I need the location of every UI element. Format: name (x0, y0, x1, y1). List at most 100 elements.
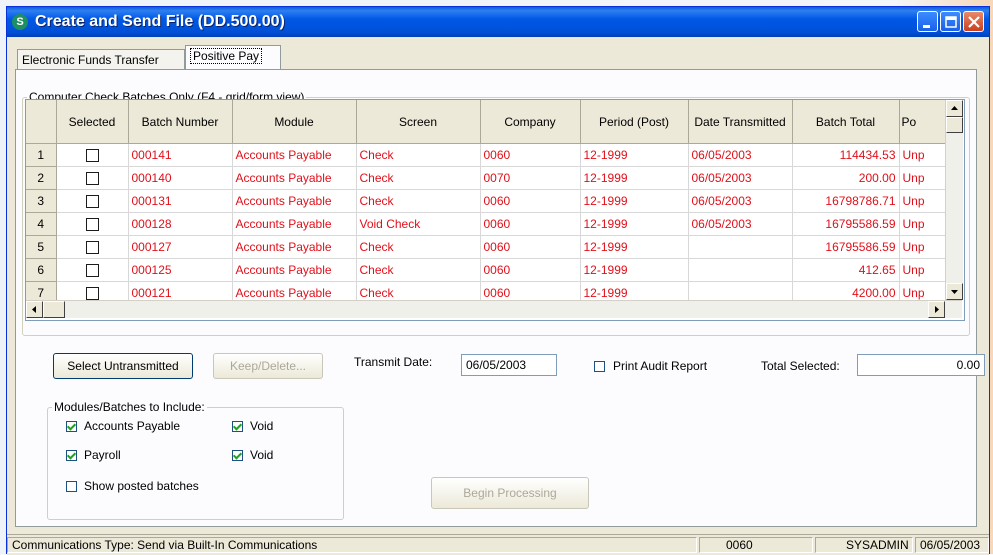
cell-batch[interactable]: 000140 (128, 166, 233, 190)
column-header[interactable]: Company (480, 100, 581, 144)
column-header[interactable]: Batch Number (128, 100, 233, 144)
tab-electronic-funds-transfer[interactable]: Electronic Funds Transfer (17, 49, 185, 69)
row-select-checkbox[interactable] (85, 195, 99, 209)
cell-period[interactable]: 12-1999 (580, 212, 689, 236)
selected-cell (56, 166, 129, 190)
cell-screen[interactable]: Check (356, 166, 481, 190)
table-row[interactable]: 4 000128 Accounts Payable Void Check 0060 12-… (26, 212, 960, 236)
column-header[interactable]: Batch Total (792, 100, 900, 144)
keep-delete-button[interactable]: Keep/Delete... (213, 353, 323, 379)
row-number[interactable]: 1 (26, 143, 57, 167)
cell-screen[interactable]: Check (356, 235, 481, 259)
cell-screen[interactable]: Check (356, 258, 481, 282)
cell-screen[interactable]: Check (356, 143, 481, 167)
horizontal-scrollbar[interactable] (26, 300, 962, 318)
column-header[interactable]: Period (Post) (580, 100, 689, 144)
scroll-down-button[interactable] (946, 283, 963, 300)
void-checkbox-payroll[interactable] (232, 450, 243, 461)
cell-screen[interactable]: Check (356, 189, 481, 213)
cell-period[interactable]: 12-1999 (580, 143, 689, 167)
tab-positive-pay[interactable]: Positive Pay (185, 45, 281, 69)
maximize-button[interactable] (940, 11, 961, 32)
cell-total[interactable]: 114434.53 (792, 143, 900, 167)
cell-module[interactable]: Accounts Payable (232, 235, 357, 259)
print-audit-checkbox[interactable] (594, 361, 605, 372)
selected-cell (56, 143, 129, 167)
vertical-scrollbar[interactable] (945, 100, 963, 300)
table-row[interactable]: 1 000141 Accounts Payable Check 0060 12-1999 0… (26, 143, 960, 167)
cell-batch[interactable]: 000131 (128, 189, 233, 213)
cell-total[interactable]: 16795586.59 (792, 235, 900, 259)
cell-batch[interactable]: 000141 (128, 143, 233, 167)
cell-company[interactable]: 0060 (480, 258, 581, 282)
table-row[interactable]: 2 000140 Accounts Payable Check 0070 12-1999 0… (26, 166, 960, 190)
row-select-checkbox[interactable] (85, 218, 99, 232)
cell-period[interactable]: 12-1999 (580, 189, 689, 213)
minimize-button[interactable] (917, 11, 938, 32)
row-select-checkbox[interactable] (85, 264, 99, 278)
row-select-checkbox[interactable] (85, 172, 99, 186)
scroll-left-button[interactable] (26, 301, 43, 318)
vertical-scroll-thumb[interactable] (946, 117, 963, 133)
table-row[interactable]: 5 000127 Accounts Payable Check 0060 12-1999 1… (26, 235, 960, 259)
cell-screen[interactable]: Void Check (356, 212, 481, 236)
payroll-label: Payroll (84, 448, 121, 462)
scroll-right-button[interactable] (928, 301, 945, 318)
row-number[interactable]: 3 (26, 189, 57, 213)
cell-module[interactable]: Accounts Payable (232, 258, 357, 282)
row-number[interactable]: 6 (26, 258, 57, 282)
cell-date[interactable]: 06/05/2003 (688, 143, 793, 167)
row-number[interactable]: 2 (26, 166, 57, 190)
cell-date[interactable]: 06/05/2003 (688, 189, 793, 213)
column-header[interactable]: Screen (356, 100, 481, 144)
cell-company[interactable]: 0060 (480, 235, 581, 259)
scroll-up-button[interactable] (946, 100, 963, 117)
cell-date[interactable] (688, 235, 793, 259)
table-row[interactable]: 6 000125 Accounts Payable Check 0060 12-1999 4… (26, 258, 960, 282)
cell-period[interactable]: 12-1999 (580, 235, 689, 259)
begin-processing-button[interactable]: Begin Processing (431, 477, 589, 509)
row-select-checkbox[interactable] (85, 149, 99, 163)
cell-company[interactable]: 0070 (480, 166, 581, 190)
close-button[interactable] (963, 11, 984, 32)
cell-module[interactable]: Accounts Payable (232, 143, 357, 167)
cell-company[interactable]: 0060 (480, 189, 581, 213)
cell-total[interactable]: 200.00 (792, 166, 900, 190)
show-posted-checkbox[interactable] (66, 481, 77, 492)
table-row[interactable]: 3 000131 Accounts Payable Check 0060 12-1999 0… (26, 189, 960, 213)
batch-grid[interactable]: Selected Batch Number Module Screen Comp… (25, 99, 965, 321)
cell-batch[interactable]: 000127 (128, 235, 233, 259)
cell-module[interactable]: Accounts Payable (232, 189, 357, 213)
cell-batch[interactable]: 000128 (128, 212, 233, 236)
cell-date[interactable] (688, 258, 793, 282)
cell-total[interactable]: 16798786.71 (792, 189, 900, 213)
cell-period[interactable]: 12-1999 (580, 166, 689, 190)
cell-module[interactable]: Accounts Payable (232, 212, 357, 236)
cell-total[interactable]: 16795586.59 (792, 212, 900, 236)
column-header[interactable]: Module (232, 100, 357, 144)
cell-company[interactable]: 0060 (480, 143, 581, 167)
tab-label: Positive Pay (190, 48, 263, 64)
payroll-checkbox[interactable] (66, 450, 77, 461)
row-number[interactable]: 4 (26, 212, 57, 236)
cell-date[interactable]: 06/05/2003 (688, 212, 793, 236)
row-select-checkbox[interactable] (85, 241, 99, 255)
row-number[interactable]: 5 (26, 235, 57, 259)
status-date: 06/05/2003 (915, 537, 989, 553)
transmit-date-input[interactable]: 06/05/2003 (461, 354, 557, 376)
cell-company[interactable]: 0060 (480, 212, 581, 236)
print-audit-label: Print Audit Report (613, 359, 708, 373)
cell-module[interactable]: Accounts Payable (232, 166, 357, 190)
horizontal-scroll-thumb[interactable] (43, 301, 65, 318)
column-header[interactable]: Date Transmitted (688, 100, 793, 144)
select-untransmitted-button[interactable]: Select Untransmitted (53, 353, 193, 379)
void-checkbox-ap[interactable] (232, 421, 243, 432)
accounts-payable-checkbox[interactable] (66, 421, 77, 432)
title-bar[interactable]: S Create and Send File (DD.500.00) (7, 7, 989, 37)
row-select-checkbox[interactable] (85, 287, 99, 301)
cell-total[interactable]: 412.65 (792, 258, 900, 282)
cell-period[interactable]: 12-1999 (580, 258, 689, 282)
cell-date[interactable]: 06/05/2003 (688, 166, 793, 190)
column-header[interactable]: Selected (56, 100, 129, 144)
cell-batch[interactable]: 000125 (128, 258, 233, 282)
